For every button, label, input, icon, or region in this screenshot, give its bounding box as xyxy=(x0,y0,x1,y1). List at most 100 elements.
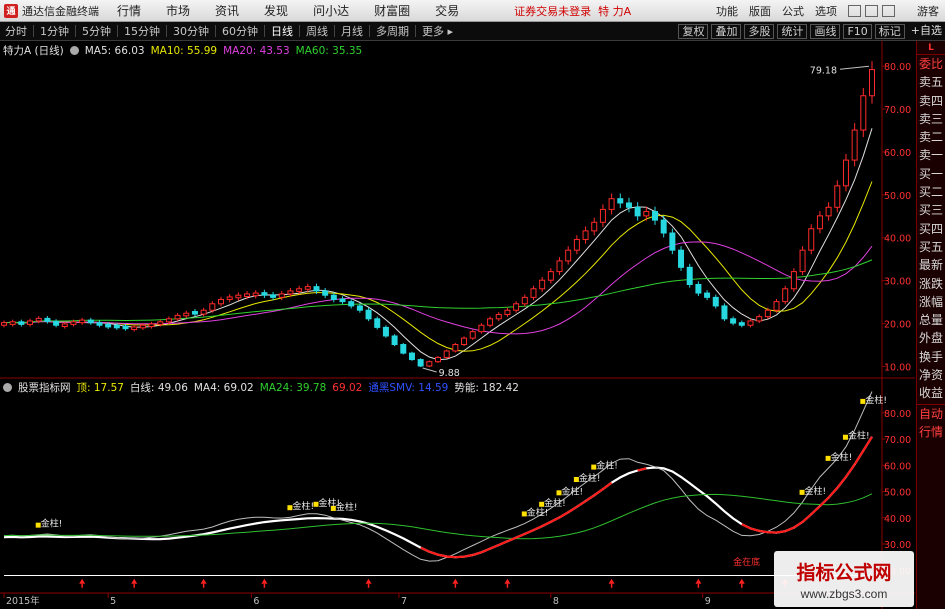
side-item-outer[interactable]: 外盘 xyxy=(917,329,945,347)
guest-label[interactable]: 游客 xyxy=(917,3,939,19)
candle-body xyxy=(278,293,285,298)
candle-body xyxy=(408,352,415,361)
tab-5min[interactable]: 5分钟 xyxy=(77,23,116,39)
candle-body xyxy=(365,309,372,320)
ind-legend-ma4: MA4: 69.02 xyxy=(193,381,254,394)
tab-daily[interactable]: 日线 xyxy=(266,23,298,39)
tool-adjust[interactable]: 复权 xyxy=(678,24,709,39)
quote-side-panel: L 委比 卖五 卖四 卖三 卖二 卖一 买一 买二 买三 买四 买五 最新 涨跌… xyxy=(916,41,945,609)
menu-wealth[interactable]: 财富圈 xyxy=(374,2,410,19)
candle-body xyxy=(356,305,363,311)
legend-ma60: MA60: 35.35 xyxy=(295,44,363,57)
side-item-ask5[interactable]: 卖五 xyxy=(917,73,945,91)
side-item-bid3[interactable]: 买三 xyxy=(917,201,945,219)
side-item-ask1[interactable]: 卖一 xyxy=(917,146,945,164)
side-item-change-pct[interactable]: 涨幅 xyxy=(917,293,945,311)
x-tick-label: 6 xyxy=(253,596,259,607)
side-header[interactable]: L xyxy=(917,41,945,55)
tab-weekly[interactable]: 周线 xyxy=(301,23,333,39)
menu-ask[interactable]: 问小达 xyxy=(313,2,349,19)
candle-body xyxy=(426,361,433,367)
candle-body xyxy=(478,324,485,333)
tool-f10[interactable]: F10 xyxy=(843,24,872,39)
candle-body xyxy=(79,319,86,324)
candle-body xyxy=(391,335,398,346)
side-item-ask3[interactable]: 卖三 xyxy=(917,110,945,128)
tab-1min[interactable]: 1分钟 xyxy=(35,23,74,39)
candle-body xyxy=(96,322,103,326)
menu-market[interactable]: 市场 xyxy=(166,2,190,19)
menu-formula[interactable]: 公式 xyxy=(782,3,804,19)
maximize-button[interactable] xyxy=(865,5,878,17)
ind-legend-white: 白线: 49.06 xyxy=(129,382,188,394)
tool-add-favorite[interactable]: +自选 xyxy=(908,24,945,39)
low-label: 9.88 xyxy=(439,368,460,379)
side-item-last[interactable]: 最新 xyxy=(917,256,945,274)
candle-body xyxy=(417,359,424,367)
ind-legend-top: 顶: 17.57 xyxy=(76,382,124,394)
menu-discover[interactable]: 发现 xyxy=(264,2,288,19)
menu-functions[interactable]: 功能 xyxy=(716,3,738,19)
tool-mark[interactable]: 标记 xyxy=(874,24,905,39)
app-title: 通达信金融终端 xyxy=(22,4,99,18)
candle-body xyxy=(721,305,728,320)
side-item-net-asset[interactable]: 净资 xyxy=(917,366,945,384)
side-item-bid1[interactable]: 买一 xyxy=(917,165,945,183)
candle-body xyxy=(504,309,511,316)
settings-icon[interactable] xyxy=(69,46,79,55)
side-item-turnover[interactable]: 换手 xyxy=(917,348,945,366)
kline-chart[interactable]: 80.00 70.00 60.00 50.00 40.00 30.00 20.00 10.00… xyxy=(0,41,915,609)
menu-trade[interactable]: 交易 xyxy=(435,2,459,19)
chart-area[interactable]: 80.00 70.00 60.00 50.00 40.00 30.00 20.00 10.00… xyxy=(0,41,915,609)
tool-draw[interactable]: 画线 xyxy=(810,24,841,39)
menu-quotes[interactable]: 行情 xyxy=(117,2,141,19)
app-logo-icon: 通 xyxy=(4,3,18,18)
candle-body xyxy=(556,260,563,273)
indicator-settings-icon[interactable] xyxy=(3,383,12,392)
tab-more[interactable]: 更多 ▸ xyxy=(417,23,458,39)
side-item-quotes[interactable]: 行情 xyxy=(917,423,945,441)
ind-legend-momentum: 势能: 182.42 xyxy=(454,382,519,394)
side-item-earnings[interactable]: 收益 xyxy=(917,384,945,402)
tab-15min[interactable]: 15分钟 xyxy=(119,23,165,39)
side-item-bid2[interactable]: 买二 xyxy=(917,183,945,201)
side-item-ratio[interactable]: 委比 xyxy=(917,55,945,73)
menu-layout[interactable]: 版面 xyxy=(749,3,771,19)
side-item-volume[interactable]: 总量 xyxy=(917,311,945,329)
side-item-change[interactable]: 涨跌 xyxy=(917,275,945,293)
menu-options[interactable]: 选项 xyxy=(815,3,837,19)
tool-multi-stock[interactable]: 多股 xyxy=(744,24,775,39)
high-label: 79.18 xyxy=(810,65,837,76)
tab-time-share[interactable]: 分时 xyxy=(0,23,32,39)
side-item-auto[interactable]: 自动 xyxy=(917,405,945,423)
tab-monthly[interactable]: 月线 xyxy=(336,23,368,39)
candle-body xyxy=(816,215,823,230)
menu-news[interactable]: 资讯 xyxy=(215,2,239,19)
tab-60min[interactable]: 60分钟 xyxy=(217,23,263,39)
candle-body xyxy=(539,279,546,290)
y-tick-label: 20.00 xyxy=(884,320,911,331)
candle-body xyxy=(869,69,875,97)
tool-stats[interactable]: 统计 xyxy=(777,24,808,39)
tool-overlay[interactable]: 叠加 xyxy=(711,24,742,39)
side-item-bid4[interactable]: 买四 xyxy=(917,220,945,238)
login-status[interactable]: 证券交易未登录 特 力A xyxy=(514,3,631,19)
candle-body xyxy=(461,337,468,346)
x-tick-label: 8 xyxy=(553,596,559,607)
candle-body xyxy=(322,290,329,296)
candle-body xyxy=(643,211,650,217)
minimize-button[interactable] xyxy=(848,5,861,17)
side-item-ask4[interactable]: 卖四 xyxy=(917,92,945,110)
ind-y-tick-label: 80.00 xyxy=(884,409,911,420)
candle-body xyxy=(287,290,294,295)
ind-legend-smv: 通黑SMV: 14.59 xyxy=(368,382,449,394)
candle-body xyxy=(382,326,389,337)
tab-30min[interactable]: 30分钟 xyxy=(168,23,214,39)
side-item-ask2[interactable]: 卖二 xyxy=(917,128,945,146)
candle-body xyxy=(704,292,711,298)
tab-multi-period[interactable]: 多周期 xyxy=(371,23,414,39)
candle-body xyxy=(808,228,815,251)
side-item-bid5[interactable]: 买五 xyxy=(917,238,945,256)
watermark-title: 指标公式网 xyxy=(796,561,892,584)
close-button[interactable] xyxy=(882,5,895,17)
